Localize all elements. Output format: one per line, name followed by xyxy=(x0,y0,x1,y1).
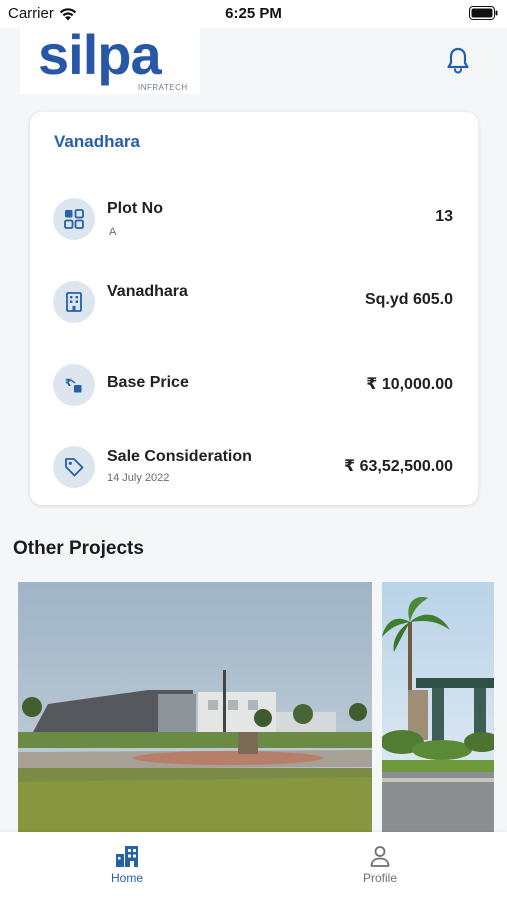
plot-area-value: Sq.yd 605.0 xyxy=(364,291,453,308)
sale-date: 14 July 2022 xyxy=(107,472,170,484)
project-card[interactable] xyxy=(382,582,494,834)
plot-number-row: Plot No A 13 xyxy=(30,198,478,258)
rupee-transfer-icon: ₹ xyxy=(53,364,95,406)
plot-number-value: 13 xyxy=(435,208,453,225)
battery-icon xyxy=(469,6,498,20)
project-card[interactable] xyxy=(18,582,372,834)
nav-profile-label: Profile xyxy=(362,871,397,885)
project-name-label: Vanadhara xyxy=(107,283,188,300)
property-details-card[interactable]: Vanadhara Plot No A 13 Vanadhara Sq.yd 6… xyxy=(30,112,478,505)
notification-bell-icon[interactable] xyxy=(445,46,471,76)
project-photo xyxy=(382,582,494,834)
svg-text:₹: ₹ xyxy=(65,378,72,389)
project-photo xyxy=(18,582,372,834)
other-projects-heading: Other Projects xyxy=(13,538,144,559)
app-header: silpa INFRATECH xyxy=(0,23,507,94)
base-price-label: Base Price xyxy=(107,374,189,391)
nav-home[interactable]: Home xyxy=(92,844,162,885)
building-icon xyxy=(53,281,95,323)
bottom-navigation: Home Profile xyxy=(0,832,507,900)
base-price-row: ₹ Base Price ₹ 10,000.00 xyxy=(30,364,478,424)
profile-icon xyxy=(370,846,390,867)
sale-consideration-value: ₹ 63,52,500.00 xyxy=(344,458,453,475)
grid-icon xyxy=(53,198,95,240)
logo-wordmark: silpa xyxy=(38,23,162,86)
status-time: 6:25 PM xyxy=(225,5,282,22)
nav-profile[interactable]: Profile xyxy=(345,844,415,885)
property-title: Vanadhara xyxy=(54,132,140,151)
plot-area-row: Vanadhara Sq.yd 605.0 xyxy=(30,281,478,341)
sale-consideration-label: Sale Consideration xyxy=(107,448,252,465)
company-logo: silpa INFRATECH xyxy=(20,23,200,94)
price-tag-icon xyxy=(53,446,95,488)
plot-block-label: A xyxy=(109,226,117,238)
nav-home-label: Home xyxy=(110,871,143,885)
app-screen: Carrier 6:25 PM silpa INFRATECH Vanadhar… xyxy=(0,0,507,900)
home-building-icon xyxy=(116,846,138,867)
sale-consideration-row: Sale Consideration 14 July 2022 ₹ 63,52,… xyxy=(30,446,478,506)
base-price-value: ₹ 10,000.00 xyxy=(366,376,453,393)
logo-tagline: INFRATECH xyxy=(138,83,188,92)
plot-number-label: Plot No xyxy=(107,200,163,217)
